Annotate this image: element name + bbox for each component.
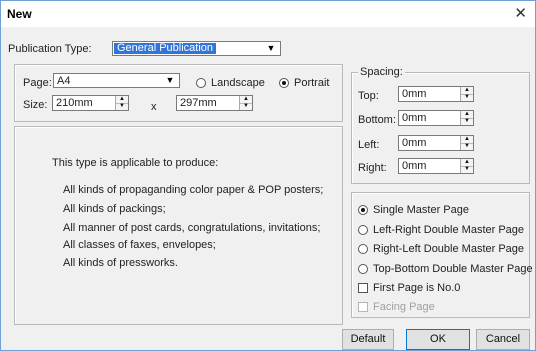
first-page-label: First Page is No.0 <box>373 282 461 294</box>
spacing-right-value: 0mm <box>402 160 427 172</box>
spacing-right-spinner[interactable]: 0mm ▲ ▼ <box>398 158 474 174</box>
dialog-title: New <box>7 7 32 21</box>
spin-down-icon[interactable]: ▼ <box>461 166 473 173</box>
chevron-down-icon[interactable]: ▼ <box>163 74 177 87</box>
portrait-radio[interactable] <box>279 78 289 88</box>
description-line: All classes of faxes, envelopes; <box>63 239 216 251</box>
spacing-title: Spacing: <box>358 66 405 78</box>
height-value: 297mm <box>180 97 217 109</box>
spacing-left-spin-buttons[interactable]: ▲ ▼ <box>460 136 473 150</box>
spacing-bottom-spin-buttons[interactable]: ▲ ▼ <box>460 111 473 125</box>
master-option-label: Right-Left Double Master Page <box>373 243 525 255</box>
page-value: A4 <box>57 75 71 87</box>
ok-button[interactable]: OK <box>406 329 470 350</box>
description-line: All manner of post cards, congratulation… <box>63 222 321 234</box>
spin-down-icon[interactable]: ▼ <box>461 143 473 150</box>
width-value: 210mm <box>56 97 93 109</box>
spacing-right-label: Right: <box>358 162 387 174</box>
master-option-label: Top-Bottom Double Master Page <box>373 263 533 275</box>
description-intro: This type is applicable to produce: <box>52 157 219 169</box>
spacing-top-spin-buttons[interactable]: ▲ ▼ <box>460 87 473 101</box>
facing-page-checkbox <box>358 302 368 312</box>
master-option-label: Left-Right Double Master Page <box>373 224 525 236</box>
spacing-top-spinner[interactable]: 0mm ▲ ▼ <box>398 86 474 102</box>
new-dialog: New ✕ Publication Type: General Publicat… <box>0 0 536 351</box>
landscape-radio[interactable] <box>196 78 206 88</box>
spacing-left-value: 0mm <box>402 137 427 149</box>
first-page-checkbox[interactable] <box>358 283 368 293</box>
master-option-label: Single Master Page <box>373 204 469 216</box>
description-line: All kinds of propaganding color paper & … <box>63 184 324 196</box>
spin-down-icon[interactable]: ▼ <box>461 118 473 125</box>
portrait-label: Portrait <box>294 77 330 89</box>
description-line: All kinds of pressworks. <box>63 257 178 269</box>
master-option-single-radio[interactable] <box>358 205 368 215</box>
height-spinner[interactable]: 297mm ▲ ▼ <box>176 95 253 111</box>
spacing-left-spinner[interactable]: 0mm ▲ ▼ <box>398 135 474 151</box>
size-label: Size: <box>23 99 48 111</box>
facing-page-label: Facing Page <box>373 301 435 313</box>
master-option-top-bottom-radio[interactable] <box>358 264 368 274</box>
chevron-down-icon[interactable]: ▼ <box>264 42 278 55</box>
spin-down-icon[interactable]: ▼ <box>461 94 473 101</box>
close-icon[interactable]: ✕ <box>514 4 527 22</box>
publication-type-dropdown[interactable]: General Publication ▼ <box>112 41 281 56</box>
spacing-top-label: Top: <box>358 90 379 102</box>
width-spin-buttons[interactable]: ▲ ▼ <box>115 96 128 110</box>
width-spinner[interactable]: 210mm ▲ ▼ <box>52 95 129 111</box>
title-bar: New ✕ <box>1 1 535 27</box>
spacing-left-label: Left: <box>358 139 380 151</box>
spacing-top-value: 0mm <box>402 88 427 100</box>
spin-down-icon[interactable]: ▼ <box>240 103 252 110</box>
spacing-bottom-spinner[interactable]: 0mm ▲ ▼ <box>398 110 474 126</box>
spacing-right-spin-buttons[interactable]: ▲ ▼ <box>460 159 473 173</box>
master-option-left-right-radio[interactable] <box>358 225 368 235</box>
default-button[interactable]: Default <box>342 329 394 350</box>
spacing-bottom-value: 0mm <box>402 112 427 124</box>
spin-down-icon[interactable]: ▼ <box>116 103 128 110</box>
page-dropdown[interactable]: A4 ▼ <box>53 73 180 88</box>
spacing-bottom-label: Bottom: <box>358 114 396 126</box>
page-label: Page: <box>23 77 52 89</box>
description-line: All kinds of packings; <box>63 203 166 215</box>
size-separator: x <box>151 101 157 113</box>
publication-type-label: Publication Type: <box>8 43 92 55</box>
cancel-button[interactable]: Cancel <box>476 329 530 350</box>
height-spin-buttons[interactable]: ▲ ▼ <box>239 96 252 110</box>
master-option-right-left-radio[interactable] <box>358 244 368 254</box>
landscape-label: Landscape <box>211 77 265 89</box>
publication-type-value: General Publication <box>114 43 217 54</box>
